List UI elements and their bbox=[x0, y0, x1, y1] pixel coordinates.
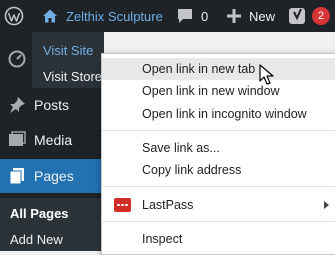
open-in-incognito-item[interactable]: Open link in incognito window bbox=[102, 103, 335, 125]
menu-item-label: Save link as... bbox=[142, 141, 220, 155]
comments-button[interactable]: 0 bbox=[176, 0, 208, 32]
open-in-new-window-item[interactable]: Open link in new window bbox=[102, 80, 335, 102]
pin-icon bbox=[10, 97, 25, 113]
inspect-item[interactable]: Inspect bbox=[102, 228, 335, 250]
plus-icon bbox=[227, 9, 241, 23]
menu-item-label: Open link in new tab bbox=[142, 62, 256, 76]
browser-context-menu: Open link in new tab Open link in new wi… bbox=[101, 53, 335, 255]
menu-item-label: Open link in new window bbox=[142, 84, 280, 98]
site-name-label: Zelthix Sculpture bbox=[66, 8, 163, 24]
visit-site-link[interactable]: Visit Site bbox=[43, 43, 93, 58]
open-in-new-tab-item[interactable]: Open link in new tab bbox=[102, 58, 335, 80]
sidebar-item-pages[interactable]: Pages bbox=[0, 159, 104, 193]
sidebar-item-label: Posts bbox=[34, 97, 70, 113]
submenu-arrow-icon bbox=[324, 201, 329, 209]
sidebar-item-label: Media bbox=[34, 132, 73, 148]
site-name-link[interactable]: Zelthix Sculpture bbox=[42, 0, 163, 32]
submenu-item-all-pages[interactable]: All Pages bbox=[10, 206, 69, 221]
sidebar-item-label: Pages bbox=[34, 168, 74, 184]
pages-submenu: All Pages Add New bbox=[0, 198, 104, 251]
new-content-button[interactable]: New bbox=[227, 0, 275, 32]
sidebar-item-media[interactable]: Media bbox=[0, 125, 104, 155]
copy-link-address-item[interactable]: Copy link address bbox=[102, 159, 335, 181]
lastpass-icon bbox=[114, 198, 131, 212]
wordpress-logo-button[interactable] bbox=[4, 0, 28, 32]
submenu-item-add-new[interactable]: Add New bbox=[10, 232, 63, 247]
sidebar-item-posts[interactable]: Posts bbox=[0, 90, 104, 120]
admin-bar: Zelthix Sculpture 0 New 2 bbox=[0, 0, 335, 32]
menu-item-label: Inspect bbox=[142, 232, 183, 246]
menu-separator bbox=[102, 221, 335, 222]
visit-store-link[interactable]: Visit Store bbox=[43, 69, 102, 84]
menu-item-label: LastPass bbox=[142, 198, 194, 212]
yoast-icon bbox=[289, 8, 305, 24]
mouse-cursor-icon bbox=[259, 64, 274, 85]
save-link-as-item[interactable]: Save link as... bbox=[102, 137, 335, 159]
menu-separator bbox=[102, 186, 335, 187]
media-icon bbox=[9, 131, 26, 146]
home-icon bbox=[43, 9, 57, 23]
updates-badge: 2 bbox=[312, 7, 330, 25]
pages-icon bbox=[9, 168, 24, 185]
comment-icon bbox=[178, 9, 192, 23]
menu-item-label: Copy link address bbox=[142, 163, 242, 177]
wordpress-icon bbox=[4, 6, 24, 26]
menu-separator bbox=[102, 130, 335, 131]
lastpass-item[interactable]: LastPass bbox=[102, 194, 335, 216]
yoast-seo-button[interactable]: 2 bbox=[288, 0, 330, 32]
new-label: New bbox=[249, 8, 276, 24]
comments-count: 0 bbox=[201, 8, 209, 24]
dashboard-icon bbox=[8, 50, 26, 68]
menu-item-label: Open link in incognito window bbox=[142, 107, 307, 121]
